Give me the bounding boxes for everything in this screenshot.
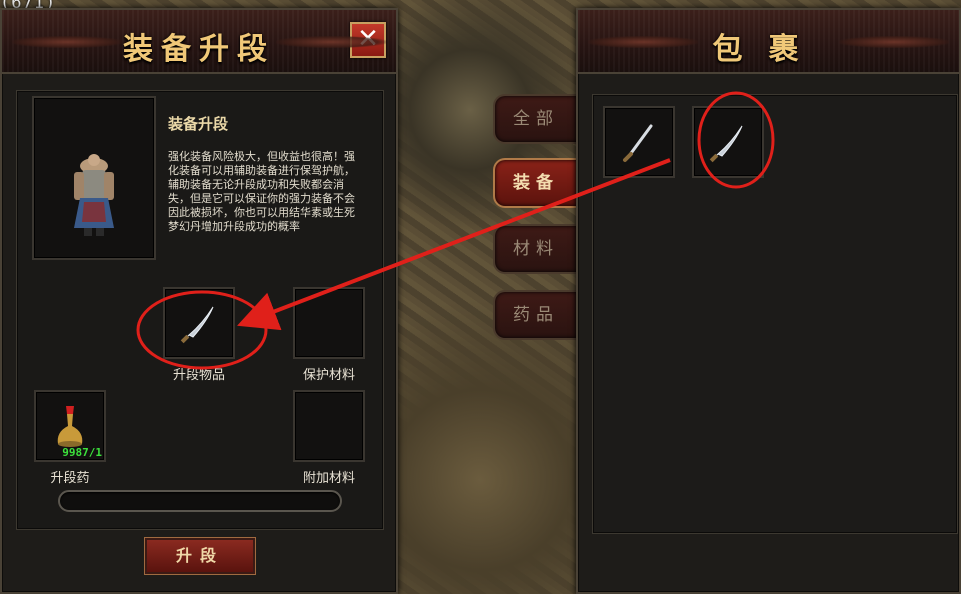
inventory-header: 包裹 — [578, 10, 959, 74]
inventory-slot-1[interactable] — [603, 106, 675, 178]
upgrade-potion-label: 升段药 — [50, 471, 90, 486]
inventory-title: 包裹 — [712, 32, 825, 67]
description-title: 装备升段 — [168, 115, 229, 133]
protect-material-slot[interactable] — [293, 287, 365, 359]
tab-all[interactable]: 全部 — [493, 94, 577, 144]
blade-icon — [709, 125, 743, 163]
blade-icon — [180, 306, 214, 344]
protect-material-label: 保护材料 — [302, 368, 355, 383]
inventory-slot-2[interactable] — [692, 106, 764, 178]
extra-material-label: 附加材料 — [302, 471, 355, 486]
tab-equipment[interactable]: 装备 — [493, 158, 577, 208]
tab-potions[interactable]: 药品 — [493, 290, 577, 340]
panel-title: 装备升段 — [123, 32, 275, 67]
upgrade-item-slot[interactable] — [163, 287, 235, 359]
dagger-icon — [623, 124, 653, 162]
panel-header: 装备升段 ✕ — [2, 10, 396, 74]
character-portrait — [32, 96, 156, 260]
warrior-figure-icon — [74, 154, 114, 236]
extra-material-slot[interactable] — [293, 390, 365, 462]
upgrade-progress-bar — [58, 490, 342, 512]
description-text: 强化装备风险极大，但收益也很高！强化装备可以用辅助装备进行保驾护航，辅助装备无论… — [168, 150, 355, 233]
upgrade-item-label: 升段物品 — [172, 368, 225, 383]
inventory-panel: 包裹 — [576, 8, 961, 594]
upgrade-potion-slot[interactable]: 9987/1 — [34, 390, 106, 462]
close-button[interactable]: ✕ — [350, 22, 386, 58]
upgrade-button[interactable]: 升段 — [144, 537, 256, 575]
tab-materials[interactable]: 材料 — [493, 224, 577, 274]
potion-quantity: 9987/1 — [62, 446, 102, 459]
